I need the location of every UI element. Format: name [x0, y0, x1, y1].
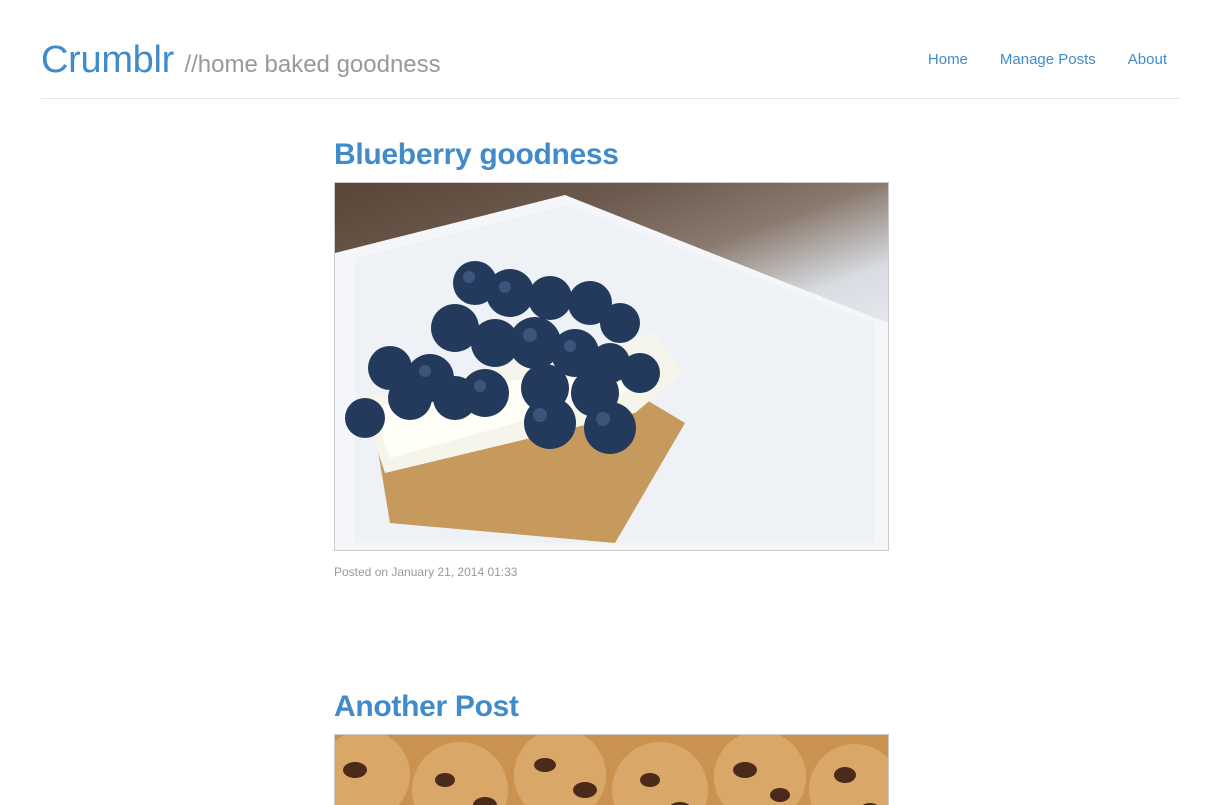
post-image [334, 734, 889, 805]
post-title[interactable]: Another Post [334, 690, 889, 724]
post-image [334, 182, 889, 551]
site-header: Crumblr //home baked goodness Home Manag… [41, 0, 1180, 99]
nav-home-link[interactable]: Home [928, 51, 968, 68]
nav-about-link[interactable]: About [1128, 51, 1167, 68]
post: Another Post [334, 690, 889, 805]
main-nav: Home Manage Posts About [896, 51, 1167, 68]
post: Blueberry goodness Posted on January 21,… [334, 138, 889, 579]
post-date: Posted on January 21, 2014 01:33 [334, 565, 518, 579]
brand: Crumblr //home baked goodness [41, 39, 441, 82]
brand-link[interactable]: Crumblr [41, 39, 174, 81]
post-title[interactable]: Blueberry goodness [334, 138, 889, 172]
brand-tagline: //home baked goodness [184, 51, 441, 78]
nav-manage-posts-link[interactable]: Manage Posts [1000, 51, 1096, 68]
